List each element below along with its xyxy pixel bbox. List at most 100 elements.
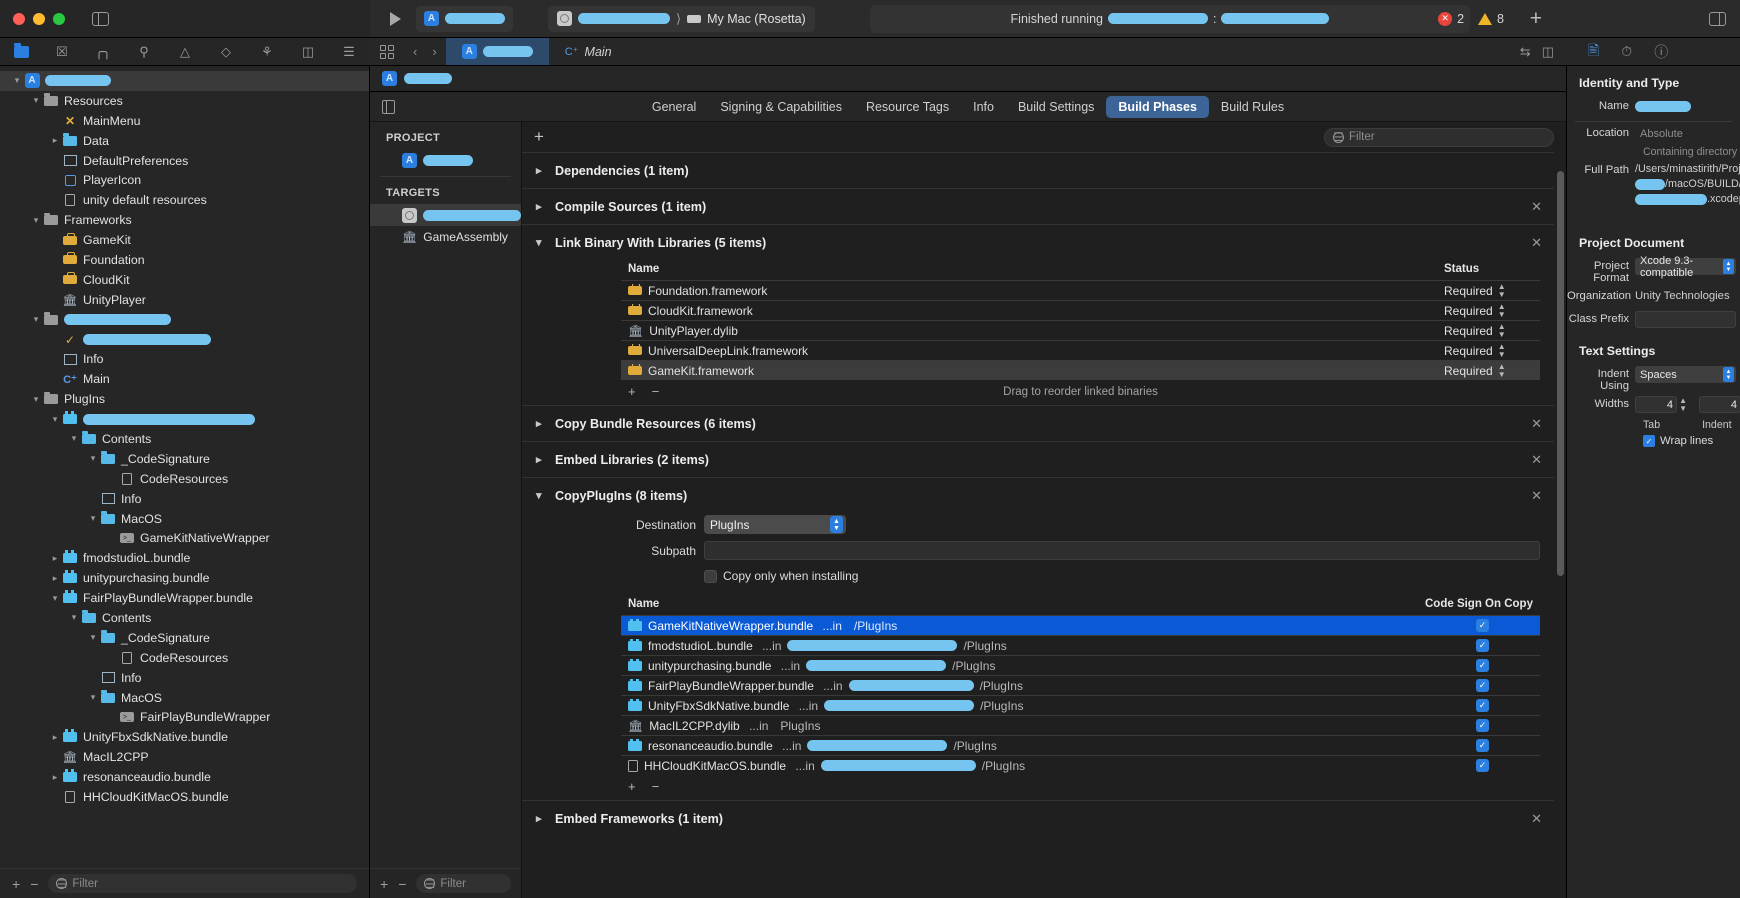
forward-icon[interactable]: › bbox=[432, 44, 436, 59]
build-phases-list[interactable]: ▸ Dependencies (1 item) ▸ Compile Sources (… bbox=[522, 152, 1566, 898]
disclosure-triangle-icon[interactable]: ▾ bbox=[10, 75, 24, 86]
source-control-x-box-icon[interactable]: ☒ bbox=[55, 44, 70, 59]
wrap-lines-checkbox[interactable]: ✓ bbox=[1643, 435, 1655, 447]
activity-status-bar[interactable]: Finished running : bbox=[870, 4, 1470, 33]
disclosure-triangle-icon[interactable]: ▾ bbox=[86, 632, 100, 643]
disclosure-triangle-icon[interactable]: ▸ bbox=[536, 453, 546, 466]
stepper-icon[interactable]: ▲ ▼ bbox=[1723, 367, 1734, 382]
remove-build-phase-button[interactable]: ✕ bbox=[1531, 235, 1542, 251]
row-code-sign-cell[interactable]: ✓ bbox=[1425, 739, 1540, 752]
close-window-button[interactable] bbox=[13, 12, 25, 25]
remove-file-button[interactable]: − bbox=[30, 876, 38, 892]
file-inspector-tab[interactable]: 🖹 bbox=[1588, 40, 1599, 64]
disclosure-triangle-icon[interactable]: ▸ bbox=[48, 772, 62, 783]
table-row[interactable]: UnityFbxSdkNative.bundle ...in/PlugIns ✓ bbox=[621, 695, 1540, 715]
stepper-icon[interactable]: ▲ ▼ bbox=[1498, 342, 1506, 359]
disclosure-triangle-icon[interactable]: ▾ bbox=[536, 489, 546, 502]
remove-item-button[interactable]: − bbox=[652, 384, 660, 399]
tree-item[interactable]: ▾ Contents bbox=[0, 429, 369, 449]
project-navigator-folder-icon[interactable] bbox=[13, 42, 29, 58]
disclosure-triangle-icon[interactable]: ▾ bbox=[86, 692, 100, 703]
disclosure-triangle-icon[interactable]: ▸ bbox=[536, 417, 546, 430]
tree-item[interactable]: ✕ MainMenu bbox=[0, 111, 369, 131]
disclosure-triangle-icon[interactable]: ▸ bbox=[536, 164, 546, 177]
traffic-lights[interactable] bbox=[13, 12, 65, 25]
disclosure-triangle-icon[interactable]: ▾ bbox=[29, 215, 43, 226]
copy-only-checkbox[interactable] bbox=[704, 569, 717, 583]
tree-item[interactable]: ▾ FairPlayBundleWrapper.bundle bbox=[0, 588, 369, 608]
history-inspector-tab[interactable]: ⏱ bbox=[1621, 43, 1632, 60]
copy-only-when-installing-row[interactable]: Copy only when installing bbox=[621, 565, 1540, 587]
build-phase-header[interactable]: ▾ Link Binary With Libraries (5 items) ✕ bbox=[522, 225, 1554, 260]
project-format-value[interactable]: Xcode 9.3-compatible ▲ ▼ bbox=[1635, 255, 1736, 279]
tree-item[interactable]: ▸ unitypurchasing.bundle bbox=[0, 568, 369, 588]
table-row[interactable]: unitypurchasing.bundle ...in/PlugIns ✓ bbox=[621, 655, 1540, 675]
build-phases-filter-field[interactable]: ☰ Filter bbox=[1324, 127, 1554, 147]
table-row[interactable]: Foundation.framework Required ▲ ▼ bbox=[621, 280, 1540, 300]
row-status-cell[interactable]: Required ▲ ▼ bbox=[1440, 362, 1540, 379]
stepper-icon[interactable]: ▲ ▼ bbox=[1723, 259, 1734, 274]
build-phases-scrollbar[interactable] bbox=[1557, 156, 1564, 892]
tree-item[interactable]: unity default resources bbox=[0, 190, 369, 210]
row-status-cell[interactable]: Required ▲ ▼ bbox=[1440, 342, 1540, 359]
tree-item[interactable]: ▾ bbox=[0, 71, 369, 91]
tab-build-phases[interactable]: Build Phases bbox=[1106, 95, 1209, 118]
row-status-cell[interactable]: Required ▲ ▼ bbox=[1440, 282, 1540, 299]
navigator-filter-field[interactable]: ☰ Filter bbox=[48, 874, 357, 893]
indent-using-value[interactable]: Spaces ▲ ▼ bbox=[1635, 366, 1736, 383]
tree-item[interactable]: C⁺ Main bbox=[0, 369, 369, 389]
hierarchy-icon[interactable]: ╭╮ bbox=[95, 44, 111, 59]
warning-icon[interactable]: △ bbox=[178, 44, 193, 59]
editor-options-grid-icon[interactable] bbox=[370, 38, 404, 65]
remove-build-phase-button[interactable]: ✕ bbox=[1531, 452, 1542, 468]
scheme-selector[interactable] bbox=[416, 5, 513, 32]
add-build-phase-button[interactable]: + bbox=[534, 127, 544, 147]
tree-item[interactable]: >_ GameKitNativeWrapper bbox=[0, 528, 369, 548]
build-phase-header[interactable]: ▾ CopyPlugIns (8 items) ✕ bbox=[522, 478, 1554, 513]
remove-item-button[interactable]: − bbox=[652, 779, 660, 794]
disclosure-triangle-icon[interactable]: ▾ bbox=[67, 433, 81, 444]
tree-item[interactable]: CodeResources bbox=[0, 469, 369, 489]
wrap-lines-row[interactable]: ✓ Wrap lines bbox=[1567, 435, 1740, 447]
code-sign-checkbox[interactable]: ✓ bbox=[1476, 619, 1489, 632]
disclosure-triangle-icon[interactable]: ▾ bbox=[29, 394, 43, 405]
tree-item[interactable]: ▾ PlugIns bbox=[0, 389, 369, 409]
tree-item[interactable]: ▾ bbox=[0, 409, 369, 429]
tab-signing-capabilities[interactable]: Signing & Capabilities bbox=[708, 96, 854, 118]
class-prefix-field[interactable] bbox=[1635, 311, 1736, 328]
zoom-window-button[interactable] bbox=[53, 12, 65, 25]
build-phase-header[interactable]: ▸ Dependencies (1 item) bbox=[522, 153, 1554, 188]
tree-item[interactable]: ✓ bbox=[0, 330, 369, 350]
code-sign-checkbox[interactable]: ✓ bbox=[1476, 699, 1489, 712]
disclosure-triangle-icon[interactable]: ▾ bbox=[86, 513, 100, 524]
table-row[interactable]: HHCloudKitMacOS.bundle ...in/PlugIns ✓ bbox=[621, 755, 1540, 775]
remove-build-phase-button[interactable]: ✕ bbox=[1531, 416, 1542, 432]
add-item-button[interactable]: + bbox=[628, 384, 636, 399]
stepper-icon[interactable]: ▲ ▼ bbox=[1679, 396, 1687, 413]
swap-editors-icon[interactable]: ⇆ bbox=[1520, 44, 1531, 60]
disclosure-triangle-icon[interactable]: ▾ bbox=[67, 612, 81, 623]
tab-build-settings[interactable]: Build Settings bbox=[1006, 96, 1106, 118]
tree-item[interactable]: HHCloudKitMacOS.bundle bbox=[0, 787, 369, 807]
debug-icon[interactable]: ⚘ bbox=[260, 44, 275, 59]
destination-popup[interactable]: PlugIns ▲ ▼ bbox=[704, 515, 846, 534]
minimize-window-button[interactable] bbox=[33, 12, 45, 25]
location-value[interactable]: Absolute bbox=[1635, 125, 1736, 142]
stepper-icon[interactable]: ▲ ▼ bbox=[1498, 322, 1506, 339]
add-assistant-editor-icon[interactable]: ◫ bbox=[1542, 44, 1554, 60]
remove-build-phase-button[interactable]: ✕ bbox=[1531, 811, 1542, 827]
row-code-sign-cell[interactable]: ✓ bbox=[1425, 699, 1540, 712]
tree-item[interactable]: ▾ bbox=[0, 310, 369, 330]
column-header-name[interactable]: Name bbox=[621, 263, 1440, 275]
row-code-sign-cell[interactable]: ✓ bbox=[1425, 619, 1540, 632]
column-header-status[interactable]: Status bbox=[1440, 263, 1540, 275]
destination-selector[interactable]: ⟩ My Mac (Rosetta) bbox=[548, 5, 815, 32]
tree-item[interactable]: Foundation bbox=[0, 250, 369, 270]
back-icon[interactable]: ‹ bbox=[413, 44, 417, 59]
tab-general[interactable]: General bbox=[640, 96, 708, 118]
tree-item[interactable]: GameKit bbox=[0, 230, 369, 250]
project-tree[interactable]: ▾ ▾ Resources ✕ MainMenu ▸ Data DefaultPreferen… bbox=[0, 66, 369, 868]
tab-info[interactable]: Info bbox=[961, 96, 1006, 118]
target-item-selected[interactable] bbox=[370, 204, 521, 226]
name-value-redacted[interactable] bbox=[1635, 101, 1691, 112]
